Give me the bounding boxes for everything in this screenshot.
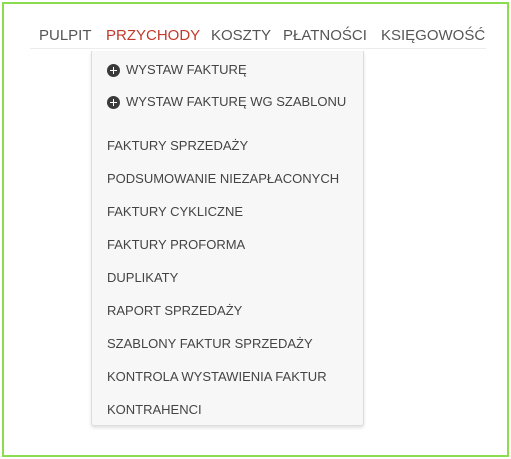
menu-podsumowanie-niezaplaconych[interactable]: PODSUMOWANIE NIEZAPŁACONYCH: [107, 170, 339, 188]
menu-kontrola-wystawienia-faktur[interactable]: KONTROLA WYSTAWIENIA FAKTUR: [107, 368, 327, 386]
nav-platnosci[interactable]: PŁATNOŚCI: [283, 26, 367, 46]
nav-ksiegowosc[interactable]: KSIĘGOWOŚĆ: [381, 26, 485, 46]
przychody-dropdown-menu: WYSTAW FAKTURĘ WYSTAW FAKTURĘ WG SZABLON…: [91, 51, 364, 426]
menu-kontrahenci[interactable]: KONTRAHENCI: [107, 401, 202, 419]
menu-faktury-sprzedazy[interactable]: FAKTURY SPRZEDAŻY: [107, 137, 248, 155]
menu-item-label: WYSTAW FAKTURĘ WG SZABLONU: [126, 94, 347, 109]
plus-circle-icon: [107, 63, 120, 77]
menu-wystaw-fakture[interactable]: WYSTAW FAKTURĘ: [107, 61, 247, 79]
top-navigation: PULPIT PRZYCHODY KOSZTY PŁATNOŚCI KSIĘGO…: [30, 24, 486, 49]
nav-pulpit[interactable]: PULPIT: [39, 26, 92, 46]
nav-koszty[interactable]: KOSZTY: [211, 26, 271, 46]
menu-faktury-cykliczne[interactable]: FAKTURY CYKLICZNE: [107, 203, 243, 221]
menu-duplikaty[interactable]: DUPLIKATY: [107, 269, 178, 287]
menu-faktury-proforma[interactable]: FAKTURY PROFORMA: [107, 236, 245, 254]
menu-szablony-faktur-sprzedazy[interactable]: SZABLONY FAKTUR SPRZEDAŻY: [107, 335, 313, 353]
plus-circle-icon: [107, 95, 120, 109]
nav-przychody[interactable]: PRZYCHODY: [106, 26, 200, 46]
menu-wystaw-fakture-wg-szablonu[interactable]: WYSTAW FAKTURĘ WG SZABLONU: [107, 93, 346, 111]
menu-raport-sprzedazy[interactable]: RAPORT SPRZEDAŻY: [107, 302, 242, 320]
menu-item-label: WYSTAW FAKTURĘ: [126, 62, 247, 77]
